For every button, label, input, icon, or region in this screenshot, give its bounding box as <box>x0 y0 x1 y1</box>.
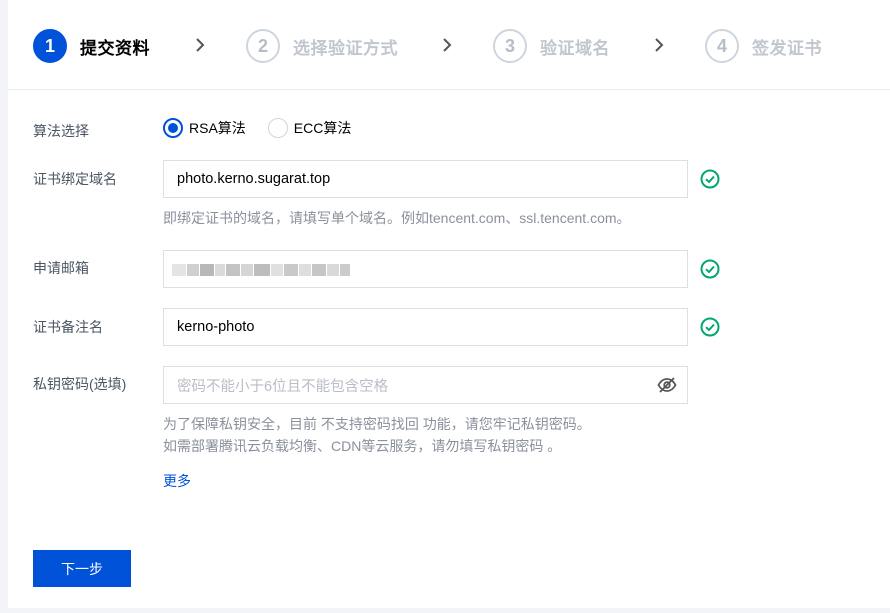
domain-label: 证书绑定域名 <box>33 171 117 187</box>
next-step-button[interactable]: 下一步 <box>33 550 131 587</box>
domain-input-value: photo.kerno.sugarat.top <box>177 171 331 187</box>
email-input[interactable] <box>163 250 688 288</box>
step-2-number: 2 <box>246 29 280 63</box>
algorithm-radio-group: RSA算法 ECC算法 <box>163 118 373 138</box>
step-2-label: 选择验证方式 <box>293 38 398 58</box>
password-input[interactable]: 密码不能小于6位且不能包含空格 <box>163 366 688 404</box>
redacted-email <box>172 261 351 279</box>
check-circle-icon <box>700 169 720 189</box>
step-1-number: 1 <box>33 29 67 63</box>
step-2: 2 选择验证方式 <box>246 28 398 64</box>
radio-ecc-circle[interactable] <box>267 118 288 138</box>
domain-input[interactable]: photo.kerno.sugarat.top <box>163 160 688 198</box>
radio-rsa-circle[interactable] <box>163 118 183 138</box>
password-label: 私钥密码(选填) <box>33 376 127 392</box>
check-circle-icon <box>700 259 720 279</box>
remark-input[interactable]: kerno-photo <box>163 308 688 346</box>
step-4-number: 4 <box>705 29 739 63</box>
step-3-number: 3 <box>493 29 527 63</box>
algorithm-label: 算法选择 <box>33 123 89 139</box>
password-hint-2: 如需部署腾讯云负载均衡、CDN等云服务，请勿填写私钥密码 。 <box>163 438 562 454</box>
check-circle-icon <box>700 317 720 337</box>
remark-label: 证书备注名 <box>33 319 103 335</box>
radio-rsa-label: RSA算法 <box>189 120 246 136</box>
form-card: 1 提交资料 2 选择验证方式 3 验证域名 4 签发证书 算法选择 RSA算法… <box>8 0 890 608</box>
step-1-label: 提交资料 <box>80 38 150 58</box>
step-4-label: 签发证书 <box>752 38 822 58</box>
step-1: 1 提交资料 <box>33 28 150 64</box>
eye-off-icon[interactable] <box>657 376 677 394</box>
chevron-right-icon <box>655 38 664 52</box>
email-label: 申请邮箱 <box>33 260 89 276</box>
password-placeholder: 密码不能小于6位且不能包含空格 <box>177 378 389 395</box>
step-indicator: 1 提交资料 2 选择验证方式 3 验证域名 4 签发证书 <box>8 0 890 90</box>
step-3: 3 验证域名 <box>493 28 610 64</box>
radio-ecc-label: ECC算法 <box>293 120 352 136</box>
chevron-right-icon <box>443 38 452 52</box>
chevron-right-icon <box>196 38 205 52</box>
more-link[interactable]: 更多 <box>163 471 191 491</box>
step-3-label: 验证域名 <box>540 38 610 58</box>
radio-ecc[interactable]: ECC算法 <box>267 118 352 138</box>
password-hint-1: 为了保障私钥安全，目前 不支持密码找回 功能，请您牢记私钥密码。 <box>163 416 591 432</box>
radio-rsa[interactable]: RSA算法 <box>163 118 246 138</box>
step-4: 4 签发证书 <box>705 28 822 64</box>
remark-input-value: kerno-photo <box>177 319 255 335</box>
domain-hint: 即绑定证书的域名，请填写单个域名。例如tencent.com、ssl.tence… <box>163 210 631 226</box>
